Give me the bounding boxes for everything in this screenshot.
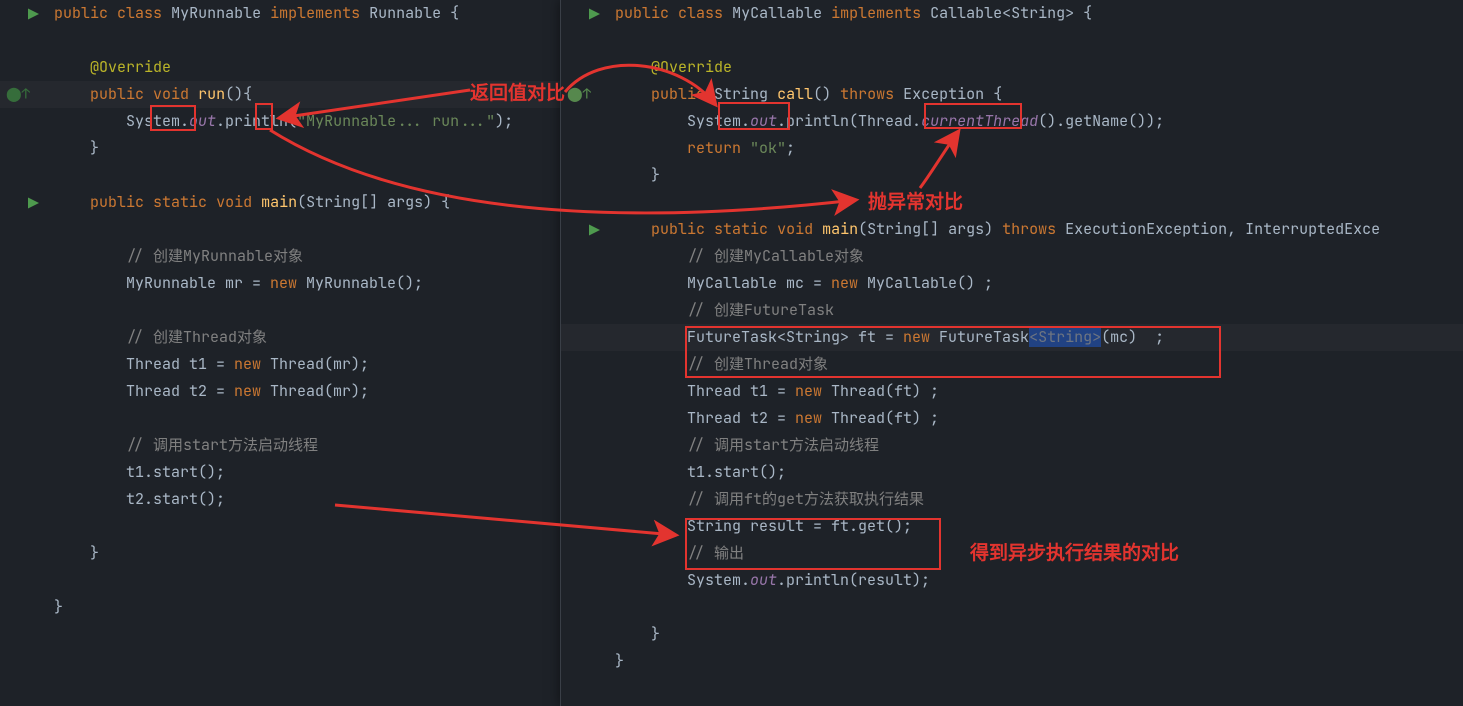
editor-pane-right[interactable]: public class MyCallable implements Calla… [560,0,1463,706]
code-line[interactable]: // 输出 [611,540,1463,567]
override-gutter-icon[interactable]: ⬤↑ [567,81,591,108]
code-line[interactable]: t1.start(); [611,459,1463,486]
code-line[interactable]: } [611,162,1463,189]
code-line[interactable]: t1.start(); [50,459,560,486]
code-line[interactable]: System.out.println(Thread.currentThread(… [611,108,1463,135]
vcs-gutter-icon[interactable]: ⬤↑ [6,81,30,108]
code-line[interactable]: public static void main(String[] args) { [50,189,560,216]
code-line[interactable]: } [611,648,1463,675]
code-line[interactable]: public void run(){ [50,81,560,108]
code-line[interactable]: // 调用start方法启动线程 [50,432,560,459]
code-line[interactable]: // 创建MyCallable对象 [611,243,1463,270]
code-line[interactable]: t2.start(); [50,486,560,513]
code-line[interactable]: Thread t2 = new Thread(mr); [50,378,560,405]
code-line[interactable]: // 创建Thread对象 [50,324,560,351]
code-line[interactable]: } [611,621,1463,648]
code-line[interactable]: // 创建MyRunnable对象 [50,243,560,270]
code-line[interactable]: @Override [50,54,560,81]
code-line[interactable]: MyCallable mc = new MyCallable() ; [611,270,1463,297]
code-line[interactable]: public class MyCallable implements Calla… [611,0,1463,27]
code-line[interactable]: return "ok"; [611,135,1463,162]
run-gutter-icon[interactable] [28,8,39,19]
code-line[interactable]: String result = ft.get(); [611,513,1463,540]
code-line[interactable]: } [50,540,560,567]
run-gutter-icon[interactable] [589,8,600,19]
run-gutter-icon[interactable] [28,197,39,208]
code-line[interactable]: System.out.println(result); [611,567,1463,594]
code-line[interactable]: public class MyRunnable implements Runna… [50,0,560,27]
code-line[interactable]: } [50,594,560,621]
run-gutter-icon[interactable] [589,224,600,235]
code-line[interactable]: public static void main(String[] args) t… [611,216,1463,243]
editor-pane-left[interactable]: public class MyRunnable implements Runna… [0,0,560,706]
code-line[interactable]: @Override [611,54,1463,81]
code-line[interactable]: Thread t1 = new Thread(ft) ; [611,378,1463,405]
code-line[interactable]: MyRunnable mr = new MyRunnable(); [50,270,560,297]
code-line[interactable]: FutureTask<String> ft = new FutureTask<S… [611,324,1463,351]
code-line[interactable]: System.out.println("MyRunnable... run...… [50,108,560,135]
code-line[interactable]: } [50,135,560,162]
code-line[interactable]: // 创建FutureTask [611,297,1463,324]
code-line[interactable]: Thread t1 = new Thread(mr); [50,351,560,378]
code-line[interactable]: Thread t2 = new Thread(ft) ; [611,405,1463,432]
code-line[interactable]: // 调用ft的get方法获取执行结果 [611,486,1463,513]
code-line[interactable]: // 创建Thread对象 [611,351,1463,378]
code-line[interactable]: public String call() throws Exception { [611,81,1463,108]
code-line[interactable]: // 调用start方法启动线程 [611,432,1463,459]
